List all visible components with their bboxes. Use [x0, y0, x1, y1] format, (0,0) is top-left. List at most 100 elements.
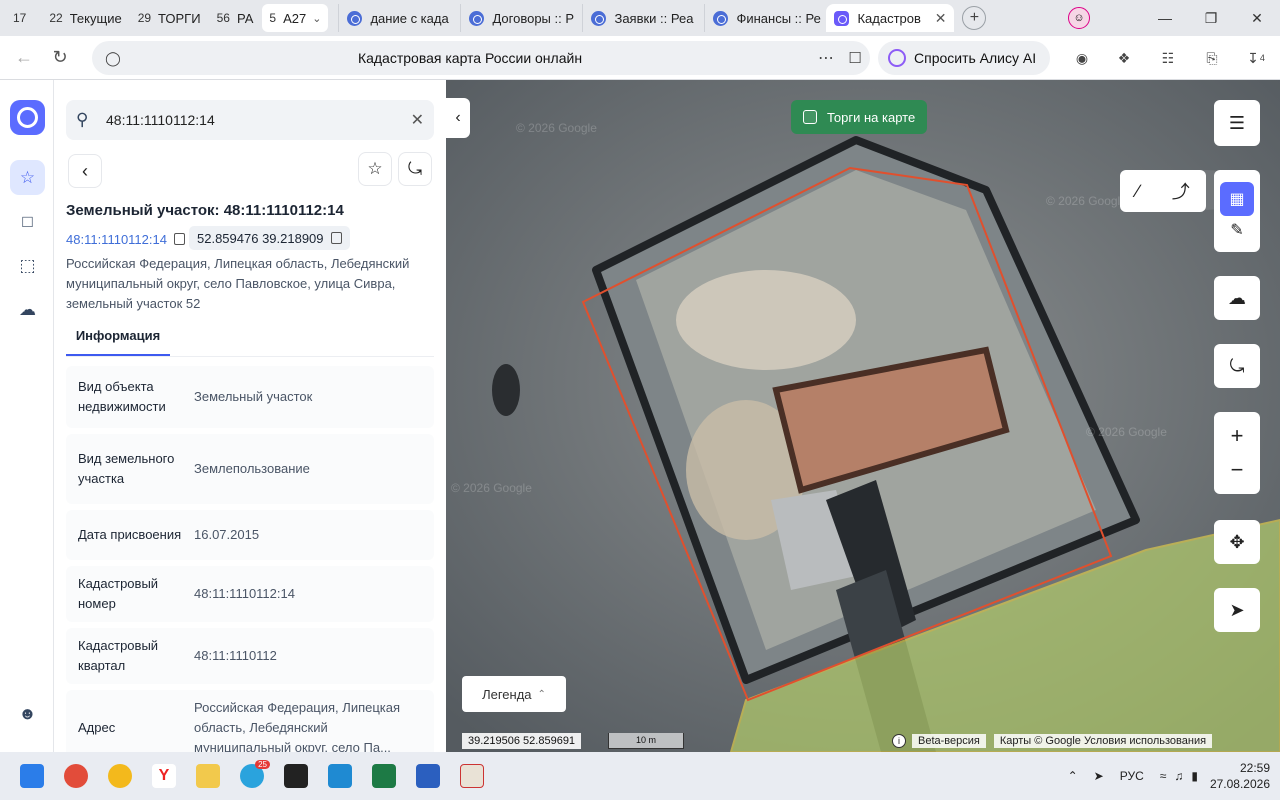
select-area-icon[interactable]: ⬚ — [10, 248, 45, 283]
info-value: Земельный участок — [194, 389, 313, 404]
zoom-controls: + − — [1214, 412, 1260, 494]
info-icon[interactable]: i — [892, 734, 906, 748]
new-tab-button[interactable]: + — [962, 6, 987, 30]
tab-group-a27[interactable]: 5 А27 ⌄ — [262, 4, 329, 32]
language-indicator[interactable]: РУС — [1120, 769, 1144, 783]
google-attribution[interactable]: Карты © Google Условия использования — [993, 734, 1213, 748]
tab-group-ra[interactable]: 56 РА — [210, 4, 261, 32]
back-arrow-button[interactable]: ‹ — [68, 154, 102, 188]
close-window-icon[interactable]: ✕ — [1234, 10, 1280, 27]
collapse-panel-button[interactable]: ‹ — [446, 98, 470, 138]
excel-icon[interactable] — [362, 754, 406, 798]
translate-icon[interactable]: ☷ — [1156, 46, 1180, 70]
minimize-icon[interactable]: — — [1142, 10, 1188, 26]
file-explorer-icon[interactable] — [186, 754, 230, 798]
time: 22:59 — [1239, 761, 1270, 775]
tab-group-1[interactable]: 17 — [6, 4, 40, 32]
favorite-star-button[interactable]: ☆ — [358, 152, 392, 186]
chrome-icon[interactable] — [98, 754, 142, 798]
close-tab-icon[interactable]: ✕ — [935, 10, 947, 27]
cadastral-number-text: 48:11:1110112:14 — [66, 231, 167, 247]
extension-icon[interactable]: ◉ — [1070, 46, 1094, 70]
cadastral-number-link[interactable]: 48:11:1110112:14 — [66, 228, 185, 250]
back-button[interactable]: ← — [6, 40, 42, 76]
cloud-icon[interactable]: ☁ — [10, 292, 45, 327]
polygon-tool-icon[interactable]: □ — [10, 204, 45, 239]
windows-start-icon[interactable] — [10, 754, 54, 798]
wifi-icon[interactable]: ≈ — [1160, 769, 1167, 783]
edit-icon[interactable]: ✎ — [1230, 220, 1243, 240]
pan-button[interactable]: ✥ — [1214, 520, 1260, 564]
bookmark-icon[interactable]: ☐ — [840, 49, 870, 67]
coordinates-text: 52.859476 39.218909 — [197, 230, 324, 246]
telegram-icon[interactable]: 25 — [230, 754, 274, 798]
chevron-up-icon[interactable]: ⌃ — [1068, 769, 1078, 783]
map-canvas[interactable]: © 2026 Google © 2026 Google © 2026 Googl… — [446, 80, 1280, 752]
search-input[interactable]: ⚲ 48:11:1110112:14 ✕ — [66, 100, 434, 140]
browser-tab[interactable]: дание с када — [338, 4, 460, 32]
coordinates-chip[interactable]: 52.859476 39.218909 — [189, 226, 350, 250]
browser-tab[interactable]: Финансы :: Ре — [704, 4, 826, 32]
reload-button[interactable]: ↻ — [42, 40, 78, 76]
more-icon[interactable]: ⋯ — [812, 48, 840, 68]
tab-group-tekushchie[interactable]: 22 Текущие — [42, 4, 128, 32]
navigation-icon: ➤ — [1229, 599, 1245, 620]
profile-avatar[interactable]: ☺ — [1068, 7, 1090, 29]
ruler-icon[interactable]: ▦ — [1220, 182, 1254, 216]
word-icon[interactable] — [406, 754, 450, 798]
tab-group-torgi[interactable]: 29 ТОРГИ — [131, 4, 208, 32]
share-map-button[interactable]: ⤿ — [1214, 344, 1260, 388]
chrome-icon[interactable] — [54, 754, 98, 798]
cloud-upload-icon: ☁ — [1228, 287, 1246, 308]
line-tool-icon[interactable]: ∕ — [1136, 181, 1139, 202]
alice-label: Спросить Алису AI — [914, 50, 1037, 66]
copy-icon[interactable] — [330, 232, 342, 244]
browser-tab[interactable]: Договоры :: Р — [460, 4, 582, 32]
info-row: Кадастровый квартал 48:11:1110112 — [66, 628, 434, 684]
checkbox-icon[interactable] — [803, 110, 817, 124]
clear-search-icon[interactable]: ✕ — [411, 110, 424, 130]
favorites-star-icon[interactable]: ☆ — [10, 160, 45, 195]
object-title: Земельный участок: 48:11:1110112:14 — [66, 202, 344, 219]
upload-button[interactable]: ☁ — [1214, 276, 1260, 320]
object-info-panel: ⚲ 48:11:1110112:14 ✕ ‹ ☆ ⤿ Земельный уча… — [54, 80, 446, 752]
torgi-on-map-toggle[interactable]: Торги на карте — [791, 100, 928, 134]
alice-button[interactable]: Спросить Алису AI — [878, 41, 1051, 75]
app-icon[interactable] — [274, 754, 318, 798]
zoom-out-icon[interactable]: − — [1231, 457, 1244, 483]
info-key: Дата присвоения — [78, 527, 182, 542]
tab-group-label: А27 — [283, 10, 307, 26]
tab-group-label: Текущие — [69, 10, 122, 26]
browser-tab-active[interactable]: Кадастров ✕ — [826, 4, 955, 32]
zoom-in-icon[interactable]: + — [1231, 423, 1244, 449]
puzzle-icon[interactable]: ❖ — [1112, 46, 1136, 70]
info-value: 48:11:1110112 — [194, 648, 277, 663]
volume-icon[interactable]: ♫ — [1174, 769, 1183, 783]
info-key: Вид объекта недвижимости — [78, 379, 166, 414]
locate-button[interactable]: ➤ — [1214, 588, 1260, 632]
app-logo-icon[interactable] — [10, 100, 45, 135]
legend-label: Легенда — [482, 686, 532, 702]
copy-icon[interactable] — [173, 233, 185, 245]
battery-icon[interactable]: ▮ — [1191, 769, 1198, 783]
clock[interactable]: 22:59 27.08.2026 — [1210, 760, 1270, 792]
pdf-icon[interactable] — [450, 754, 494, 798]
taskbar: Y 25 ⌃ ➤ РУС ≈ ♫ ▮ 22:59 27.08.2026 — [0, 752, 1280, 800]
pen-icon[interactable]: ➤ — [1094, 769, 1104, 783]
legend-button[interactable]: Легенда ⌃ — [462, 676, 566, 712]
scale-bar: 10 m — [608, 733, 684, 749]
user-icon[interactable]: ☻ — [10, 696, 45, 731]
polyline-tool-icon[interactable]: ⤴ — [1172, 178, 1190, 204]
document-icon[interactable]: ⎘ — [1200, 46, 1224, 70]
info-row: Вид земельного участка Землепользование — [66, 434, 434, 504]
yandex-browser-icon[interactable]: Y — [142, 754, 186, 798]
restore-icon[interactable]: ❐ — [1188, 10, 1234, 27]
tab-information[interactable]: Информация — [66, 326, 170, 356]
browser-tab[interactable]: Заявки :: Реа — [582, 4, 704, 32]
layers-button[interactable]: ☰ — [1214, 100, 1260, 146]
vscode-icon[interactable] — [318, 754, 362, 798]
info-value: 48:11:1110112:14 — [194, 586, 295, 601]
downloads-icon[interactable]: ↧ 4 — [1244, 46, 1268, 70]
share-button[interactable]: ⤿ — [398, 152, 432, 186]
url-field[interactable]: ◯ Кадастровая карта России онлайн ⋯ ☐ — [92, 41, 870, 75]
